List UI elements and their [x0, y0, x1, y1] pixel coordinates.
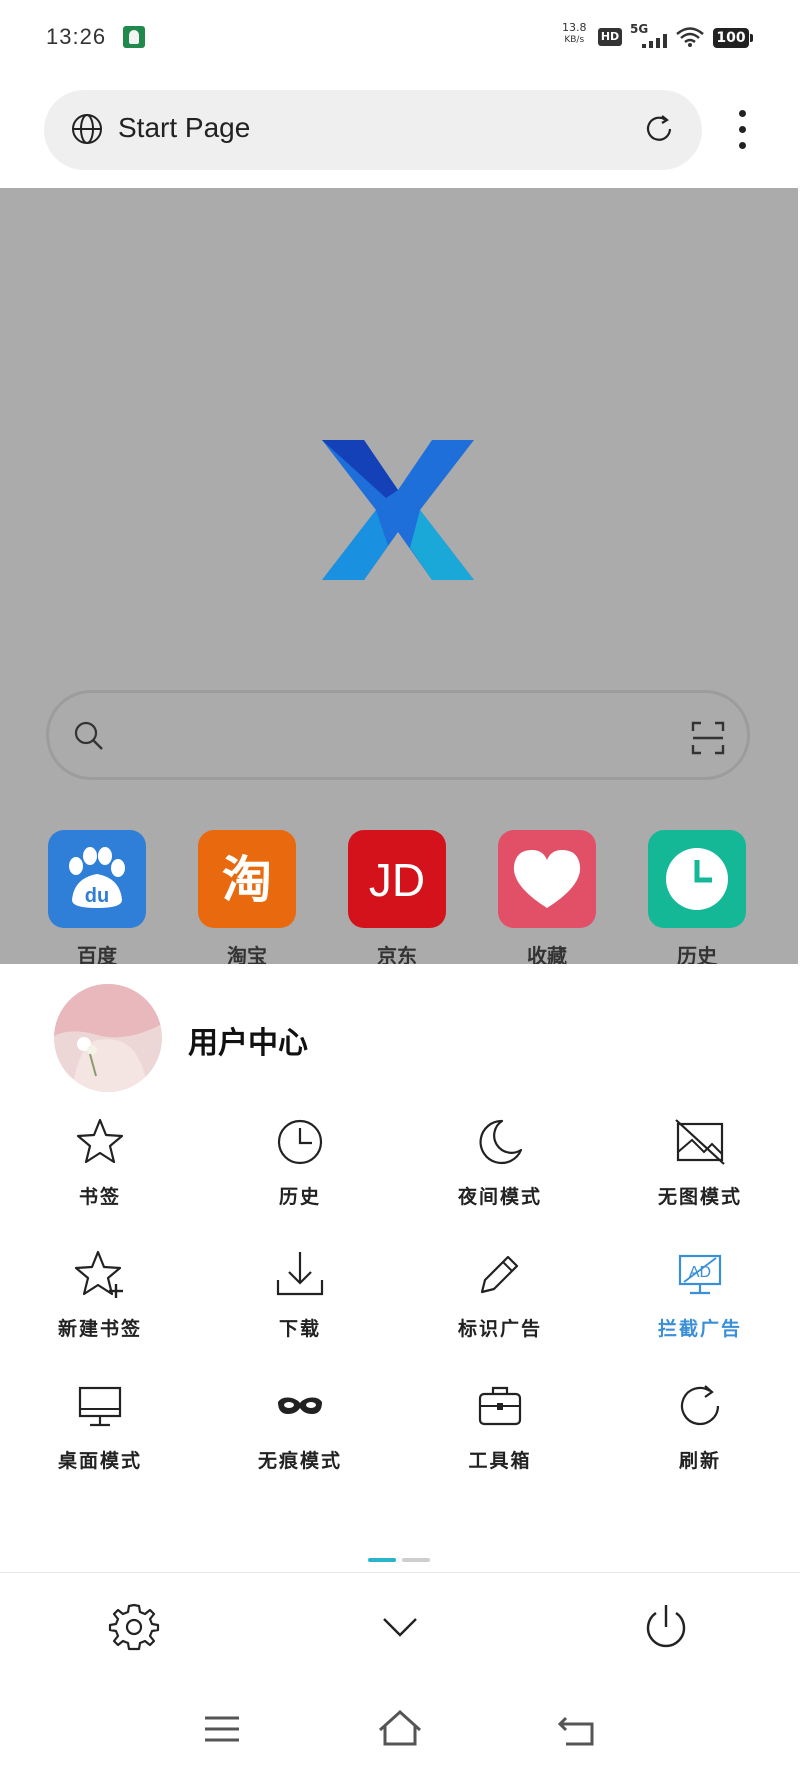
no-image-icon [675, 1119, 725, 1165]
menu-item-mark-ads[interactable]: 标识广告 [400, 1246, 600, 1366]
avatar [54, 984, 162, 1092]
baidu-icon: du [48, 830, 146, 928]
qr-scan-icon[interactable] [691, 721, 725, 755]
menu-item-download[interactable]: 下载 [200, 1246, 400, 1366]
wifi-icon [676, 27, 704, 47]
jd-icon: JD [348, 830, 446, 928]
search-icon [74, 721, 103, 750]
pencil-icon [480, 1255, 519, 1294]
svg-text:JD: JD [369, 854, 425, 906]
page-dot [402, 1558, 430, 1562]
menu-item-history[interactable]: 历史 [200, 1114, 400, 1234]
menu-item-desktop-mode[interactable]: 桌面模式 [0, 1378, 200, 1498]
address-bar[interactable]: Start Page [44, 90, 702, 170]
toolbox-icon [478, 1386, 522, 1426]
menu-item-label: 无痕模式 [257, 1450, 342, 1472]
battery-indicator: 100 [713, 28, 753, 48]
shortcut-taobao[interactable]: 淘 淘宝 [198, 830, 298, 968]
search-box[interactable] [46, 690, 750, 780]
status-bar: 13:26 13.8 KB/s HD 5G 100 [0, 0, 800, 80]
menu-item-label: 工具箱 [468, 1450, 532, 1472]
svg-text:du: du [85, 885, 109, 907]
network-speed-value: 13.8 [562, 21, 587, 34]
menu-item-label: 刷新 [678, 1450, 721, 1472]
monitor-icon [78, 1386, 122, 1427]
menu-item-label: 下载 [278, 1318, 321, 1340]
notification-app-icon [123, 26, 145, 48]
x-browser-logo [322, 440, 474, 580]
menu-item-label: 历史 [278, 1186, 321, 1208]
clock-icon [277, 1119, 323, 1165]
network-speed: 13.8 KB/s [562, 21, 587, 47]
menu-icon[interactable] [197, 1704, 247, 1754]
menu-item-label: 桌面模式 [57, 1450, 142, 1472]
back-icon[interactable] [552, 1704, 602, 1754]
clock: 13:26 [46, 24, 107, 49]
menu-item-night-mode[interactable]: 夜间模式 [400, 1114, 600, 1234]
refresh-icon [680, 1385, 720, 1426]
page-title: Start Page [118, 112, 251, 143]
download-icon [276, 1252, 324, 1296]
shortcut-tiles: du 百度 淘 淘宝 JD 京东 收藏 历史 [0, 830, 800, 970]
reload-icon[interactable] [642, 112, 676, 146]
start-page: du 百度 淘 淘宝 JD 京东 收藏 历史 [0, 188, 800, 968]
cell-signal-icon [642, 34, 667, 48]
system-navigation-bar [0, 1682, 800, 1778]
menu-item-label: 拦截广告 [657, 1318, 742, 1340]
shortcut-jd[interactable]: JD 京东 [348, 830, 448, 968]
menu-item-toolbox[interactable]: 工具箱 [400, 1378, 600, 1498]
svg-text:淘: 淘 [222, 851, 272, 909]
shortcut-history[interactable]: 历史 [648, 830, 748, 968]
menu-item-label: 无图模式 [657, 1186, 742, 1208]
shortcut-favorites[interactable]: 收藏 [498, 830, 598, 968]
search-input[interactable] [127, 713, 651, 759]
menu-item-label: 夜间模式 [457, 1186, 542, 1208]
menu-item-refresh[interactable]: 刷新 [600, 1378, 800, 1498]
network-speed-unit: KB/s [564, 35, 585, 45]
menu-item-no-image-mode[interactable]: 无图模式 [600, 1114, 800, 1234]
shortcut-baidu[interactable]: du 百度 [48, 830, 148, 968]
menu-item-label: 书签 [78, 1186, 121, 1208]
svg-text:AD: AD [689, 1264, 711, 1281]
menu-item-bookmarks[interactable]: 书签 [0, 1114, 200, 1234]
menu-item-block-ads[interactable]: AD 拦截广告 [600, 1246, 800, 1366]
page-indicator [368, 1547, 436, 1566]
mask-icon [278, 1397, 322, 1414]
menu-action-bar [0, 1572, 800, 1683]
chevron-down-icon[interactable] [372, 1599, 428, 1655]
heart-icon [498, 830, 596, 928]
gear-icon[interactable] [106, 1599, 162, 1655]
menu-item-new-bookmark[interactable]: 新建书签 [0, 1246, 200, 1366]
page-dot-active [368, 1558, 396, 1562]
taobao-icon: 淘 [198, 830, 296, 928]
menu-item-label: 标识广告 [457, 1318, 542, 1340]
more-menu-icon[interactable] [730, 110, 754, 160]
moon-icon [479, 1119, 523, 1165]
clock-icon [648, 830, 746, 928]
browser-toolbar: Start Page [0, 80, 800, 188]
globe-icon [72, 114, 102, 144]
power-icon[interactable] [638, 1599, 694, 1655]
menu-item-label: 新建书签 [57, 1318, 142, 1340]
home-icon[interactable] [375, 1704, 425, 1754]
hd-badge: HD [598, 28, 622, 46]
star-icon [76, 1118, 124, 1164]
star-plus-icon [74, 1250, 123, 1298]
ad-block-icon: AD [678, 1254, 722, 1295]
menu-item-incognito[interactable]: 无痕模式 [200, 1378, 400, 1498]
user-center-label: 用户中心 [188, 1026, 308, 1061]
